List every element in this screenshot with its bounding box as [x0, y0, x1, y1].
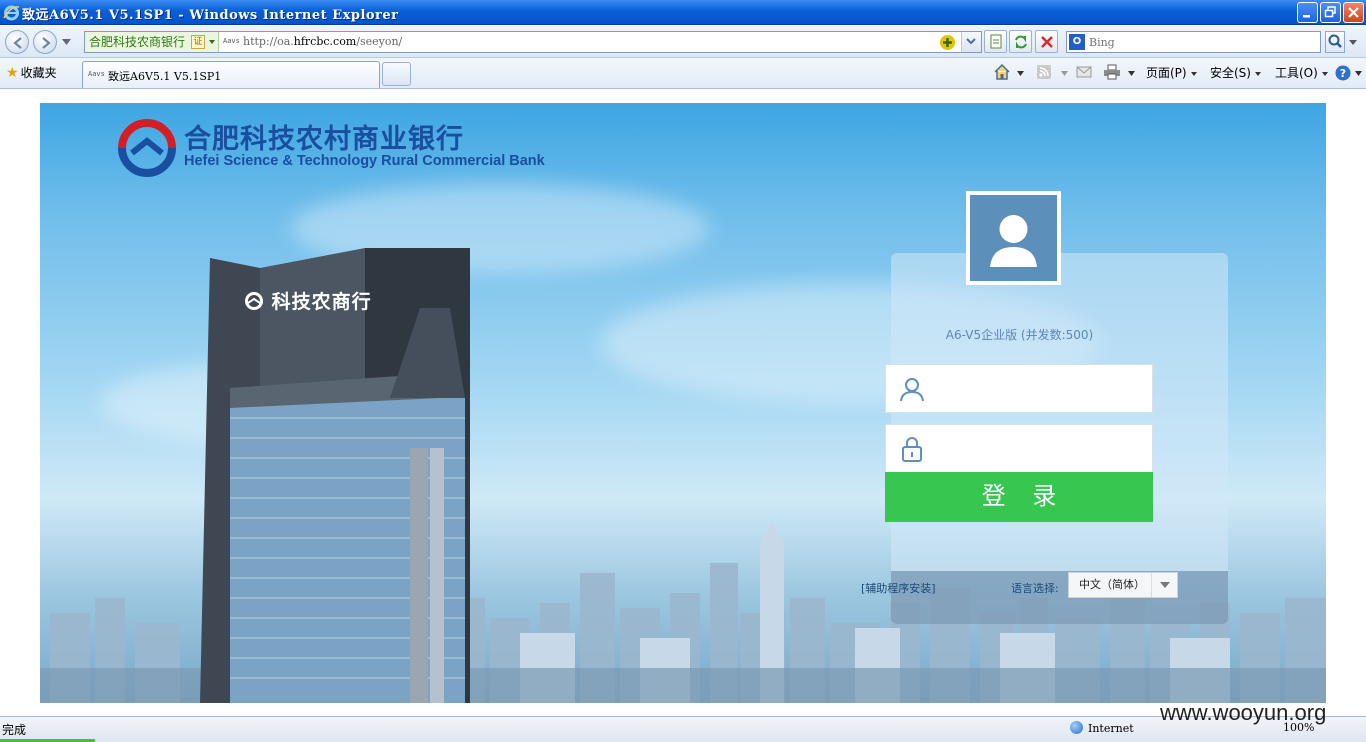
tower-sign-text: 科技农商行	[271, 291, 372, 313]
login-button[interactable]: 登 录	[885, 472, 1153, 522]
home-icon[interactable]	[993, 63, 1011, 81]
url-host: hfrcbc.com	[293, 35, 357, 48]
tower-sign: 科技农商行	[244, 287, 372, 314]
url-prefix: http://oa.	[243, 35, 294, 48]
watermark: www.wooyun.org	[1160, 700, 1327, 725]
bank-name-en: Hefei Science & Technology Rural Commerc…	[184, 153, 545, 169]
favorites-button[interactable]: ★ 收藏夹	[6, 64, 57, 81]
user-icon	[900, 378, 924, 402]
star-icon: ★	[6, 65, 19, 81]
safety-menu[interactable]: 安全(S)	[1210, 63, 1261, 83]
bank-emblem-icon	[245, 292, 263, 310]
bank-logo-icon	[118, 119, 176, 177]
arrow-right-icon	[42, 37, 51, 49]
url-path: /seeyon/	[356, 35, 403, 48]
bank-tower	[200, 248, 470, 703]
tools-menu[interactable]: 工具(O)	[1275, 63, 1328, 83]
address-bar[interactable]: 合肥科技农商银行 证 Aavs http://oa.hfrcbc.com/see…	[84, 31, 982, 53]
refresh-icon	[1015, 35, 1027, 49]
site-identity-label: 合肥科技农商银行	[89, 35, 186, 49]
rss-view-button[interactable]	[984, 30, 1007, 53]
minimize-button[interactable]	[1297, 2, 1318, 23]
chevron-down-icon	[1254, 71, 1261, 76]
security-zone-label: Internet	[1088, 722, 1134, 735]
arrow-left-icon	[13, 37, 22, 49]
favorites-label: 收藏夹	[20, 66, 57, 80]
tab-title: 致远A6V5.1 V5.1SP1	[108, 70, 222, 83]
print-icon[interactable]	[1103, 64, 1121, 80]
back-button[interactable]	[5, 30, 29, 54]
status-text: 完成	[2, 723, 27, 737]
certificate-dropdown-icon[interactable]	[209, 40, 215, 44]
favorites-bar: ★ 收藏夹 Aavs 致远A6V5.1 V5.1SP1 页面(P) 安全(S) 工…	[0, 58, 1366, 89]
close-icon	[1348, 7, 1359, 18]
language-selected-value: 中文（简体）	[1079, 578, 1145, 591]
print-dropdown-icon[interactable]	[1128, 71, 1135, 76]
username-field[interactable]	[885, 364, 1153, 413]
page-menu-label: 页面(P)	[1146, 66, 1187, 80]
site-favicon: Aavs	[223, 37, 240, 45]
user-silhouette-icon	[990, 215, 1037, 267]
forward-button[interactable]	[33, 30, 57, 54]
url-text[interactable]: http://oa.hfrcbc.com/seeyon/	[243, 35, 402, 48]
chevron-down-icon	[1321, 71, 1328, 76]
help-dropdown-icon[interactable]	[1355, 71, 1362, 76]
close-button[interactable]	[1343, 2, 1364, 23]
mail-icon[interactable]	[1076, 65, 1092, 79]
search-provider-icon[interactable]: O	[1069, 34, 1085, 50]
ie-logo-icon	[3, 5, 20, 21]
chevron-down-icon	[1190, 71, 1197, 76]
bank-name-cn: 合肥科技农村商业银行	[184, 124, 464, 155]
feeds-dropdown-icon[interactable]	[1061, 71, 1068, 76]
refresh-button[interactable]	[1009, 30, 1032, 53]
search-box[interactable]: O	[1066, 31, 1321, 53]
new-tab-button[interactable]	[382, 62, 411, 86]
search-input[interactable]	[1089, 34, 1314, 50]
password-input[interactable]	[934, 435, 1144, 463]
page-menu[interactable]: 页面(P)	[1146, 63, 1197, 83]
address-dropdown-button[interactable]	[961, 32, 981, 52]
restore-icon	[1324, 6, 1336, 18]
feeds-icon[interactable]	[1036, 64, 1052, 80]
home-dropdown-icon[interactable]	[1017, 71, 1024, 76]
user-avatar	[966, 191, 1061, 285]
stop-button[interactable]	[1035, 30, 1058, 53]
search-icon	[1328, 34, 1342, 48]
certificate-badge[interactable]: 证	[191, 35, 205, 49]
maximize-button[interactable]	[1320, 2, 1341, 23]
tools-menu-label: 工具(O)	[1275, 66, 1318, 80]
minimize-icon	[1303, 15, 1310, 18]
window-title-bar[interactable]: 致远A6V5.1 V5.1SP1 - Windows Internet Expl…	[0, 0, 1366, 25]
edition-label: A6-V5企业版 (并发数:500)	[945, 328, 1094, 342]
helper-install-link[interactable]: [辅助程序安装]	[861, 580, 936, 596]
search-button[interactable]	[1325, 31, 1345, 53]
recent-pages-dropdown-icon[interactable]	[62, 39, 71, 45]
browser-tab[interactable]: Aavs 致远A6V5.1 V5.1SP1	[82, 61, 380, 88]
page-icon	[990, 34, 1002, 49]
globe-icon	[1070, 721, 1083, 734]
chevron-down-icon	[966, 38, 976, 45]
security-zone[interactable]: Internet	[1070, 721, 1134, 735]
lock-icon	[902, 437, 922, 462]
compatibility-view-icon[interactable]	[939, 34, 956, 51]
svg-text:?: ?	[1340, 67, 1346, 80]
stop-icon	[1041, 36, 1053, 48]
navigation-bar: 合肥科技农商银行 证 Aavs http://oa.hfrcbc.com/see…	[0, 26, 1366, 58]
window-title: 致远A6V5.1 V5.1SP1 - Windows Internet Expl…	[22, 8, 399, 23]
language-select[interactable]: 中文（简体）	[1068, 572, 1178, 598]
chevron-down-icon	[1151, 573, 1177, 597]
help-icon[interactable]: ?	[1334, 64, 1352, 82]
password-field[interactable]	[885, 424, 1153, 473]
username-input[interactable]	[934, 375, 1144, 403]
language-label: 语言选择:	[1011, 582, 1059, 595]
search-options-dropdown-icon[interactable]	[1346, 31, 1360, 53]
safety-menu-label: 安全(S)	[1210, 66, 1251, 80]
page-content: 科技农商行 合肥科技农村商业银行 Hefei Science & Technol…	[0, 90, 1366, 716]
tab-favicon: Aavs	[88, 70, 105, 78]
